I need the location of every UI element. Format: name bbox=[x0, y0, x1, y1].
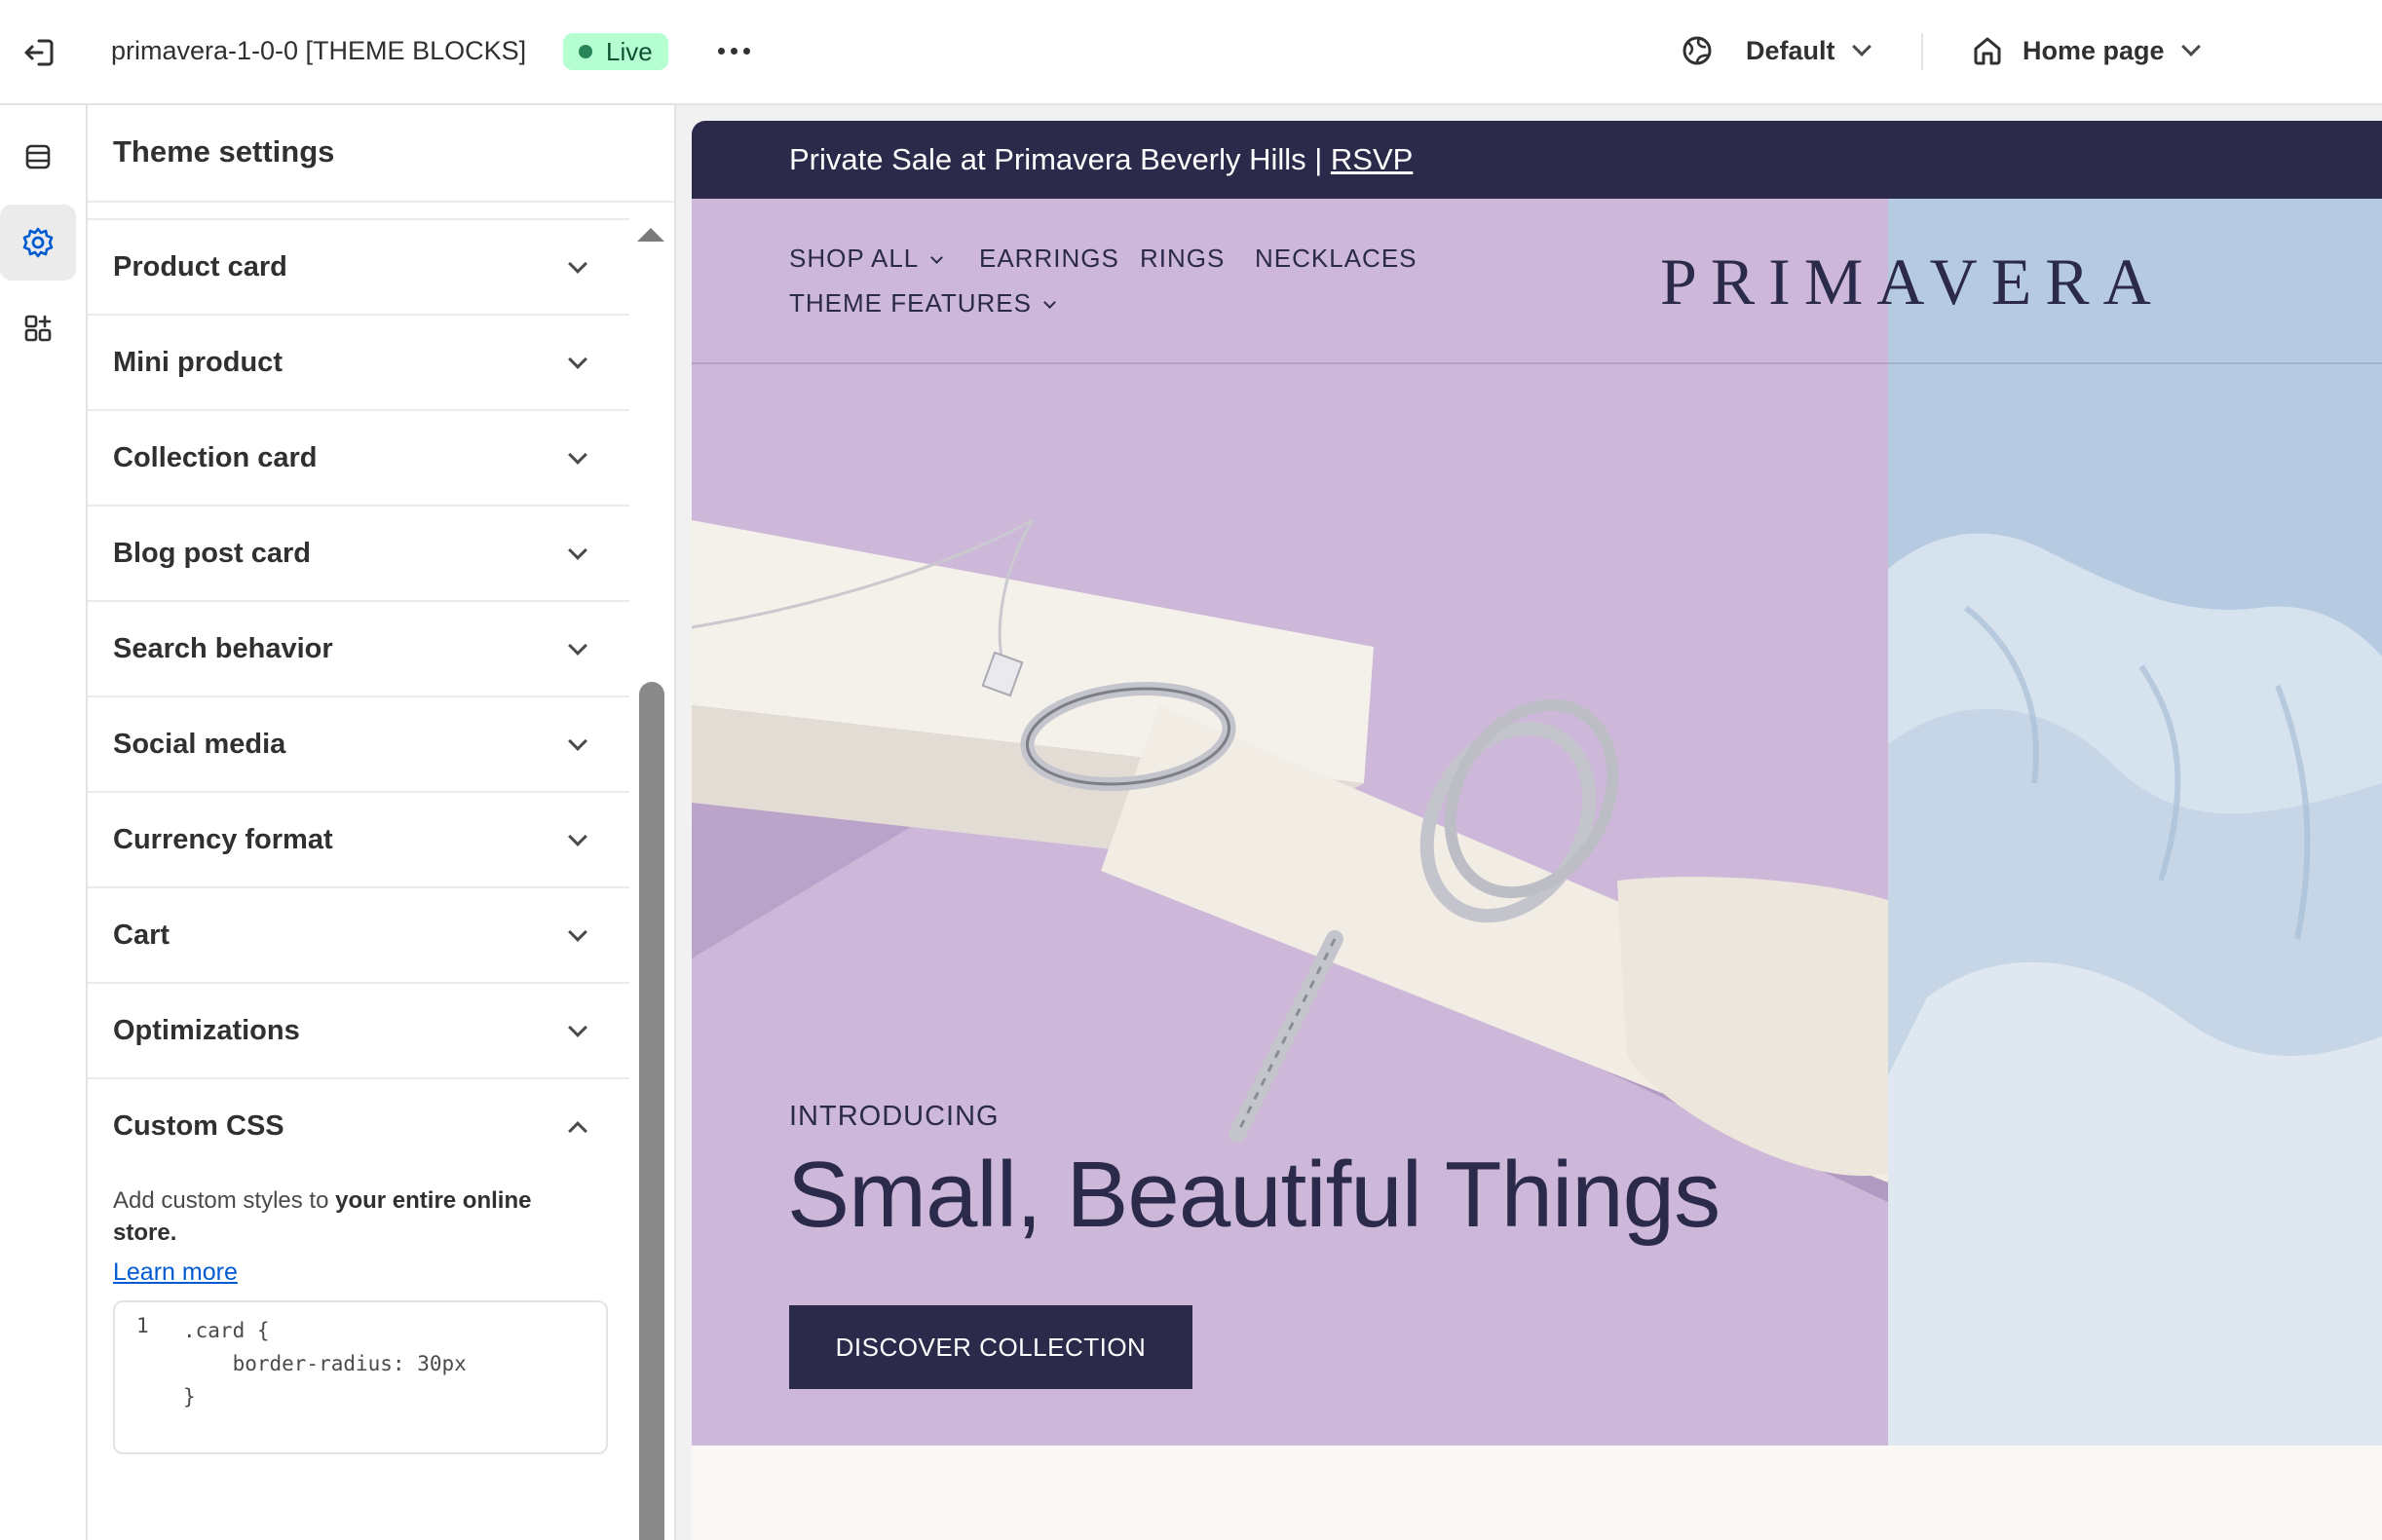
accordion-social-media[interactable]: Social media bbox=[88, 695, 629, 791]
custom-css-description: Add custom styles to your entire online … bbox=[113, 1184, 571, 1249]
hero-eyebrow: INTRODUCING bbox=[789, 1101, 1000, 1132]
chevron-down-icon bbox=[568, 732, 587, 751]
nav-theme-features[interactable]: THEME FEATURES bbox=[789, 288, 1056, 319]
accordion-search-behavior[interactable]: Search behavior bbox=[88, 600, 629, 695]
nav-rings[interactable]: RINGS bbox=[1140, 244, 1225, 274]
home-icon bbox=[1970, 33, 2005, 68]
apps-add-icon bbox=[24, 315, 52, 342]
line-number: 1 bbox=[136, 1314, 149, 1337]
hero-image-jewelry bbox=[692, 199, 1888, 1446]
status-dot-icon bbox=[579, 45, 592, 58]
nav-earrings[interactable]: EARRINGS bbox=[979, 244, 1119, 274]
hero-image-fabric bbox=[1888, 199, 2382, 1446]
accordion-mini-product[interactable]: Mini product bbox=[88, 314, 629, 409]
accordion-blog-post-card[interactable]: Blog post card bbox=[88, 505, 629, 600]
chevron-down-icon bbox=[1851, 37, 1872, 56]
chevron-down-icon bbox=[568, 254, 587, 274]
accordion-label: Currency format bbox=[113, 823, 333, 855]
accordion-product-card[interactable]: Product card bbox=[88, 218, 629, 314]
chevron-down-icon bbox=[568, 922, 587, 942]
accordion-label: Blog post card bbox=[113, 537, 312, 569]
status-badge: Live bbox=[563, 33, 668, 70]
chevron-down-icon bbox=[568, 445, 587, 465]
accordion-label: Collection card bbox=[113, 441, 318, 473]
announcement-text: Private Sale at Primavera Beverly Hills … bbox=[789, 142, 1331, 176]
chevron-down-icon bbox=[2180, 37, 2201, 56]
gear-icon bbox=[22, 227, 54, 258]
chevron-up-icon bbox=[568, 1121, 587, 1141]
more-actions-button[interactable] bbox=[709, 29, 758, 72]
learn-more-link[interactable]: Learn more bbox=[113, 1258, 604, 1287]
theme-settings-button[interactable] bbox=[0, 205, 76, 281]
scroll-up-arrow-icon[interactable] bbox=[637, 228, 664, 242]
accordion-label: Custom CSS bbox=[113, 1109, 284, 1142]
chevron-down-icon bbox=[568, 636, 587, 656]
language-select[interactable]: Default bbox=[1746, 33, 1872, 68]
custom-css-description-text: Add custom styles to bbox=[113, 1187, 336, 1214]
chevron-down-icon bbox=[568, 541, 587, 560]
scrollbar-thumb[interactable] bbox=[639, 682, 664, 1540]
page-select-label: Home page bbox=[2023, 36, 2165, 65]
more-horizontal-icon bbox=[717, 47, 725, 55]
exit-icon[interactable] bbox=[21, 33, 60, 72]
store-logo[interactable]: PRIMAVERA bbox=[1660, 244, 2165, 320]
sections-icon bbox=[25, 144, 51, 169]
topbar-divider bbox=[1921, 33, 1923, 70]
chevron-down-icon bbox=[568, 350, 587, 369]
accordion-currency-format[interactable]: Currency format bbox=[88, 791, 629, 886]
settings-accordion-list: Product card Mini product Collection car… bbox=[88, 218, 629, 1454]
announcement-link[interactable]: RSVP bbox=[1331, 142, 1413, 176]
panel-header-divider bbox=[88, 201, 674, 203]
discover-collection-button[interactable]: DISCOVER COLLECTION bbox=[789, 1305, 1192, 1389]
accordion-optimizations[interactable]: Optimizations bbox=[88, 982, 629, 1077]
apps-button[interactable] bbox=[0, 290, 76, 366]
fabric-photo bbox=[1888, 199, 2382, 1446]
announcement-bar: Private Sale at Primavera Beverly Hills … bbox=[692, 121, 2382, 199]
nav-shop-all[interactable]: SHOP ALL bbox=[789, 244, 944, 274]
chevron-down-icon bbox=[568, 827, 587, 846]
hero-banner: SHOP ALL EARRINGS RINGS NECKLACES THEME … bbox=[692, 199, 2382, 1446]
theme-name: primavera-1-0-0 [THEME BLOCKS] bbox=[111, 36, 527, 65]
accordion-label: Search behavior bbox=[113, 632, 333, 664]
sections-button[interactable] bbox=[0, 119, 76, 195]
page-select[interactable]: Home page bbox=[2023, 33, 2201, 68]
accordion-label: Social media bbox=[113, 728, 286, 760]
css-code: .card { border-radius: 30px } bbox=[183, 1319, 467, 1409]
jewelry-photo bbox=[692, 518, 1888, 1202]
nav-theme-features-label: THEME FEATURES bbox=[789, 288, 1032, 318]
accordion-custom-css[interactable]: Custom CSS bbox=[88, 1077, 629, 1173]
chevron-down-icon bbox=[1043, 296, 1056, 309]
language-select-label: Default bbox=[1746, 36, 1835, 65]
accordion-label: Product card bbox=[113, 250, 287, 282]
storefront-preview: Private Sale at Primavera Beverly Hills … bbox=[692, 121, 2382, 1540]
accordion-label: Optimizations bbox=[113, 1014, 300, 1046]
chevron-down-icon bbox=[568, 1018, 587, 1037]
header-divider bbox=[692, 362, 2382, 364]
accordion-label: Mini product bbox=[113, 346, 283, 378]
globe-icon bbox=[1680, 33, 1715, 68]
panel-title: Theme settings bbox=[113, 134, 335, 169]
nav-shop-all-label: SHOP ALL bbox=[789, 244, 920, 273]
nav-necklaces[interactable]: NECKLACES bbox=[1255, 244, 1418, 274]
accordion-collection-card[interactable]: Collection card bbox=[88, 409, 629, 505]
chevron-down-icon bbox=[930, 251, 944, 264]
theme-settings-panel: Theme settings Product card Mini product… bbox=[88, 105, 676, 1540]
accordion-cart[interactable]: Cart bbox=[88, 886, 629, 982]
accordion-label: Cart bbox=[113, 919, 170, 951]
custom-css-body: Add custom styles to your entire online … bbox=[88, 1173, 629, 1454]
status-badge-label: Live bbox=[606, 37, 653, 66]
editor-topbar: primavera-1-0-0 [THEME BLOCKS] Live Defa… bbox=[0, 0, 2382, 105]
css-code-editor[interactable]: 1 .card { border-radius: 30px } bbox=[113, 1300, 608, 1454]
panel-scrollbar[interactable] bbox=[635, 218, 664, 1540]
hero-headline: Small, Beautiful Things bbox=[787, 1143, 1720, 1247]
